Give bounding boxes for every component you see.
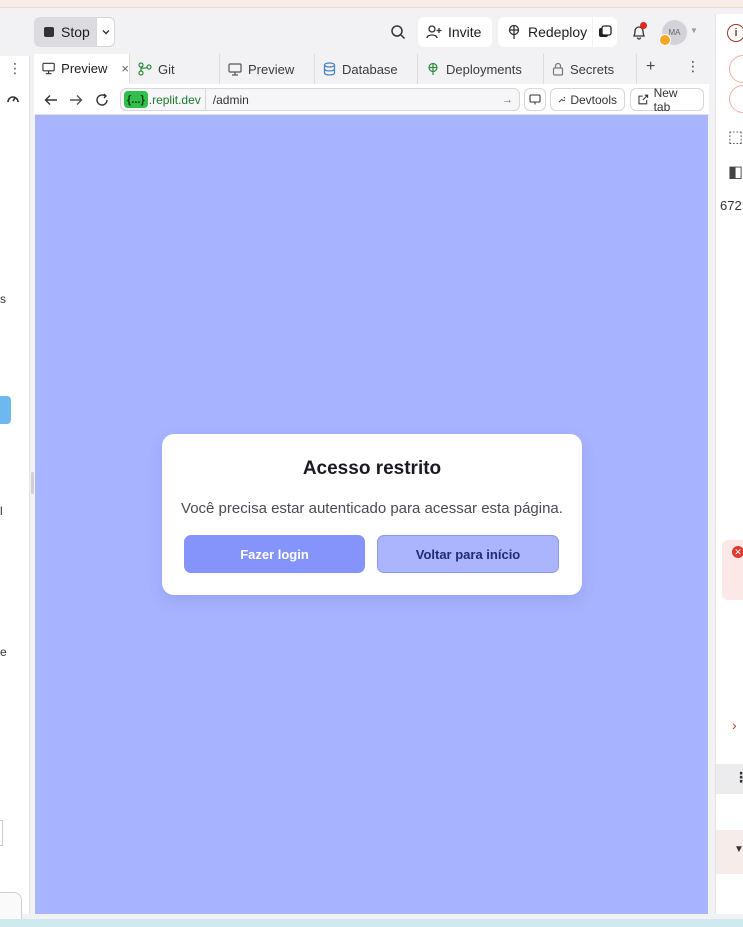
- close-icon[interactable]: ×: [121, 61, 129, 76]
- window-bottom-strip: [0, 919, 743, 927]
- lock-icon: [552, 62, 564, 76]
- tab-preview-active[interactable]: Preview ×: [34, 54, 130, 84]
- tab-preview[interactable]: Preview: [220, 54, 315, 84]
- panel-resize-handle[interactable]: [31, 472, 34, 494]
- tab-git[interactable]: Git: [130, 54, 220, 84]
- go-arrow-icon[interactable]: →: [502, 94, 513, 106]
- right-pill-button[interactable]: [729, 55, 743, 83]
- page-title: Acesso restrito: [302, 458, 442, 479]
- tab-label: Deployments: [446, 61, 522, 77]
- tab-secrets[interactable]: Secrets: [544, 54, 637, 84]
- new-tab-plus-icon[interactable]: +: [646, 58, 655, 76]
- search-button[interactable]: [387, 21, 409, 43]
- left-text-fragment: e: [0, 645, 7, 659]
- gauge-icon[interactable]: [6, 92, 20, 106]
- auth-required-card: Acesso restrito Você precisa estar auten…: [162, 434, 582, 595]
- url-domain: .replit.dev: [149, 89, 206, 110]
- invite-button[interactable]: Invite: [418, 17, 492, 47]
- preview-viewport: Acesso restrito Você precisa estar auten…: [35, 115, 708, 914]
- new-tab-button[interactable]: New tab: [630, 85, 704, 114]
- url-path-input[interactable]: /admin: [213, 93, 502, 107]
- arrow-right-icon: [70, 95, 83, 105]
- reload-icon: [96, 93, 108, 106]
- deploy-status-button[interactable]: [593, 17, 617, 47]
- error-icon: ✕: [732, 546, 743, 558]
- stop-icon: [44, 27, 54, 37]
- tab-deployments[interactable]: Deployments: [418, 54, 544, 84]
- right-panel-number: 672: [720, 198, 742, 213]
- tab-label: Preview: [61, 60, 108, 76]
- monitor-icon: [42, 62, 55, 74]
- right-pill-button[interactable]: [729, 85, 743, 113]
- select-element-icon[interactable]: ⬚: [728, 127, 743, 147]
- device-icon: [529, 94, 541, 105]
- notifications-button[interactable]: [627, 20, 651, 44]
- right-panel: i ⬚ ◧ 672 ✕ › ⋮ ▼: [715, 14, 743, 914]
- left-panel-menu-icon[interactable]: ⋮: [8, 60, 22, 77]
- left-panel: ⋮ s y l e ➤: [0, 56, 30, 927]
- tab-label: Secrets: [570, 61, 615, 77]
- device-preview-button[interactable]: [524, 88, 546, 111]
- redeploy-label: Redeploy: [528, 24, 588, 40]
- preview-address-bar: {...} .replit.dev /admin → Devtools New …: [34, 84, 709, 115]
- tab-more-icon[interactable]: ⋮: [686, 58, 700, 75]
- left-text-fragment: s: [0, 292, 6, 306]
- git-icon: [138, 62, 152, 76]
- run-options-dropdown[interactable]: [96, 17, 115, 47]
- reload-button[interactable]: [93, 91, 111, 109]
- tab-label: Preview: [248, 61, 295, 77]
- avatar-badge-icon: [659, 34, 671, 46]
- left-text-fragment: l: [0, 504, 3, 518]
- left-text-fragment: y: [0, 347, 6, 361]
- more-options-icon[interactable]: ⋮: [734, 769, 743, 786]
- workspace-tabbar: Preview × Git Preview Database Deploymen…: [34, 54, 709, 84]
- deploy-icon: [508, 24, 520, 39]
- avatar-chevron-down-icon[interactable]: ▼: [690, 26, 698, 35]
- url-dev-badge: {...}: [124, 91, 148, 108]
- notification-dot: [640, 22, 647, 29]
- tab-database[interactable]: Database: [315, 54, 418, 84]
- redeploy-button[interactable]: Redeploy: [498, 17, 592, 47]
- login-button[interactable]: Fazer login: [184, 535, 365, 573]
- devtools-button[interactable]: Devtools: [550, 88, 625, 111]
- left-selected-item[interactable]: [0, 396, 11, 424]
- panel-toggle-icon[interactable]: ◧: [728, 162, 743, 182]
- new-tab-label: New tab: [653, 85, 678, 114]
- chevron-right-icon[interactable]: ›: [732, 717, 737, 733]
- windows-icon: [599, 25, 612, 37]
- tab-label: Git: [158, 61, 175, 77]
- external-link-icon: [638, 94, 649, 105]
- auth-message: Você precisa estar autenticado para aces…: [181, 500, 563, 517]
- back-button[interactable]: [42, 91, 60, 109]
- info-icon[interactable]: i: [727, 24, 743, 42]
- search-icon: [391, 25, 406, 40]
- window-top-strip: [0, 0, 743, 8]
- forward-button[interactable]: [67, 91, 85, 109]
- url-field[interactable]: {...} .replit.dev /admin →: [120, 88, 520, 111]
- caret-down-icon[interactable]: ▼: [734, 844, 743, 855]
- add-user-icon: [426, 25, 442, 39]
- tab-label: Database: [342, 61, 398, 77]
- deployments-icon: [428, 62, 438, 75]
- database-icon: [323, 62, 336, 76]
- invite-label: Invite: [448, 24, 482, 40]
- devtools-label: Devtools: [570, 92, 617, 107]
- stop-label: Stop: [61, 24, 90, 40]
- wrench-icon: [558, 96, 566, 103]
- back-home-button[interactable]: Voltar para início: [377, 535, 559, 573]
- left-panel-box: [0, 820, 3, 846]
- monitor-icon: [228, 62, 242, 76]
- stop-button[interactable]: Stop: [34, 17, 96, 47]
- arrow-left-icon: [44, 95, 57, 105]
- chevron-down-icon: [102, 30, 109, 35]
